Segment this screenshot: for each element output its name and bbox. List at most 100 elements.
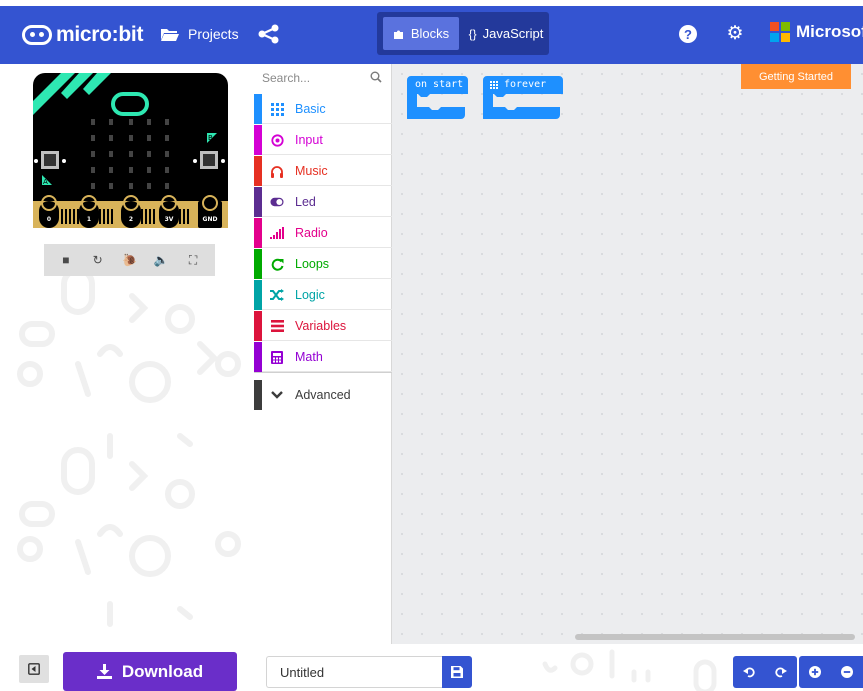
- category-color-bar: [254, 218, 262, 248]
- calculator-icon: [270, 350, 284, 364]
- category-label: Logic: [295, 288, 325, 302]
- block-label: forever: [504, 79, 547, 90]
- workspace-horizontal-scrollbar[interactable]: [575, 634, 855, 640]
- button-a-label: A: [43, 178, 48, 186]
- projects-label: Projects: [188, 26, 239, 42]
- grid-icon: [490, 81, 498, 89]
- project-name-field[interactable]: [266, 656, 442, 688]
- header-top-strip: [0, 0, 863, 6]
- undo-redo-group: [733, 656, 797, 688]
- zoom-out-button[interactable]: [831, 656, 863, 688]
- category-label: Loops: [295, 257, 330, 271]
- search-input[interactable]: [262, 68, 368, 88]
- blocks-tab[interactable]: Blocks: [383, 17, 459, 50]
- category-label: Input: [295, 133, 323, 147]
- category-math[interactable]: Math: [254, 342, 392, 372]
- category-color-bar: [254, 125, 262, 155]
- category-label: Basic: [295, 102, 326, 116]
- simulator-panel: A B 0 1 2 3V GND ■ ↻ 🐌 🔈 ⛶: [0, 64, 254, 644]
- category-label: Led: [295, 195, 316, 209]
- redo-button[interactable]: [765, 656, 797, 688]
- download-button[interactable]: Download: [63, 652, 237, 691]
- logo-text: micro:bit: [56, 23, 144, 46]
- question-circle-icon[interactable]: ?: [679, 25, 697, 43]
- category-label: Variables: [295, 319, 347, 333]
- fullscreen-button[interactable]: ⛶: [182, 249, 204, 271]
- zoom-in-icon: [809, 666, 821, 678]
- zoom-in-button[interactable]: [799, 656, 831, 688]
- category-color-bar: [254, 156, 262, 186]
- list-icon: [270, 319, 284, 333]
- forever-block[interactable]: forever: [483, 76, 563, 121]
- puzzle-piece-icon: [393, 30, 403, 39]
- download-label: Download: [121, 661, 204, 681]
- getting-started-button[interactable]: Getting Started: [741, 64, 851, 89]
- loop-icon: [270, 257, 284, 271]
- stop-button[interactable]: ■: [55, 249, 77, 271]
- category-color-bar: [254, 249, 262, 279]
- braces-icon: {}: [468, 26, 477, 41]
- pin-gnd-label: GND: [203, 216, 218, 223]
- projects-button[interactable]: Projects: [160, 23, 239, 45]
- pin-3v-label: 3V: [165, 216, 174, 223]
- category-logic[interactable]: Logic: [254, 280, 392, 310]
- category-basic[interactable]: Basic: [254, 94, 392, 124]
- zoom-group: [799, 656, 863, 688]
- share-icon[interactable]: [258, 24, 280, 44]
- undo-icon: [743, 667, 755, 678]
- microbit-logo[interactable]: micro:bit: [22, 22, 143, 48]
- category-color-bar: [254, 280, 262, 310]
- category-led[interactable]: Led: [254, 187, 392, 217]
- headphones-icon: [270, 164, 284, 178]
- save-button[interactable]: [442, 656, 472, 688]
- category-radio[interactable]: Radio: [254, 218, 392, 248]
- slow-mo-button[interactable]: 🐌: [118, 249, 140, 271]
- redo-icon: [775, 667, 787, 678]
- gear-icon[interactable]: ⚙: [724, 22, 746, 44]
- toggle-icon: [270, 195, 284, 209]
- undo-button[interactable]: [733, 656, 765, 688]
- category-color-bar: [254, 187, 262, 217]
- category-input[interactable]: Input: [254, 125, 392, 155]
- javascript-label: JavaScript: [482, 26, 544, 41]
- restart-button[interactable]: ↻: [87, 249, 109, 271]
- microbit-board[interactable]: A B 0 1 2 3V GND: [33, 73, 228, 228]
- grid-icon: [270, 102, 284, 116]
- mute-button[interactable]: 🔈: [150, 249, 172, 271]
- category-label: Advanced: [295, 388, 351, 402]
- brand-text: Microsoft: [796, 22, 863, 41]
- javascript-tab[interactable]: {} JavaScript: [467, 17, 545, 50]
- category-loops[interactable]: Loops: [254, 249, 392, 279]
- microbit-face-icon: [22, 25, 52, 45]
- zoom-out-icon: [841, 666, 853, 678]
- expand-icon: ⛶: [188, 252, 198, 267]
- category-label: Math: [295, 350, 323, 364]
- category-music[interactable]: Music: [254, 156, 392, 186]
- category-advanced[interactable]: Advanced: [254, 380, 392, 410]
- search-icon[interactable]: [370, 71, 382, 83]
- collapse-simulator-button[interactable]: [19, 655, 49, 683]
- blocks-workspace[interactable]: Getting Started on start forever: [392, 64, 863, 644]
- editor-footer: Download: [0, 644, 863, 691]
- top-menu-bar: micro:bit Projects Blocks {} JavaScript …: [0, 0, 863, 64]
- category-color-bar: [254, 94, 262, 124]
- category-color-bar: [254, 380, 262, 410]
- microsoft-squares-icon: [770, 22, 790, 42]
- snail-icon: 🐌: [122, 253, 137, 267]
- stop-icon: ■: [62, 253, 70, 267]
- toolbox: Basic Input Music Led Radio Loops: [254, 64, 392, 644]
- on-start-block[interactable]: on start: [407, 76, 468, 121]
- editor-toggle: Blocks {} JavaScript: [377, 12, 549, 55]
- category-variables[interactable]: Variables: [254, 311, 392, 341]
- simulator-toolbar: ■ ↻ 🐌 🔈 ⛶: [44, 244, 215, 276]
- block-label: on start: [415, 79, 464, 90]
- target-icon: [270, 133, 284, 147]
- signal-bars-icon: [270, 226, 284, 240]
- floppy-disk-icon: [451, 666, 463, 678]
- button-b-label: B: [208, 134, 213, 142]
- volume-icon: 🔈: [153, 253, 169, 267]
- download-icon: [96, 664, 112, 679]
- category-color-bar: [254, 342, 262, 372]
- microsoft-logo[interactable]: Microsoft: [770, 22, 863, 42]
- category-color-bar: [254, 311, 262, 341]
